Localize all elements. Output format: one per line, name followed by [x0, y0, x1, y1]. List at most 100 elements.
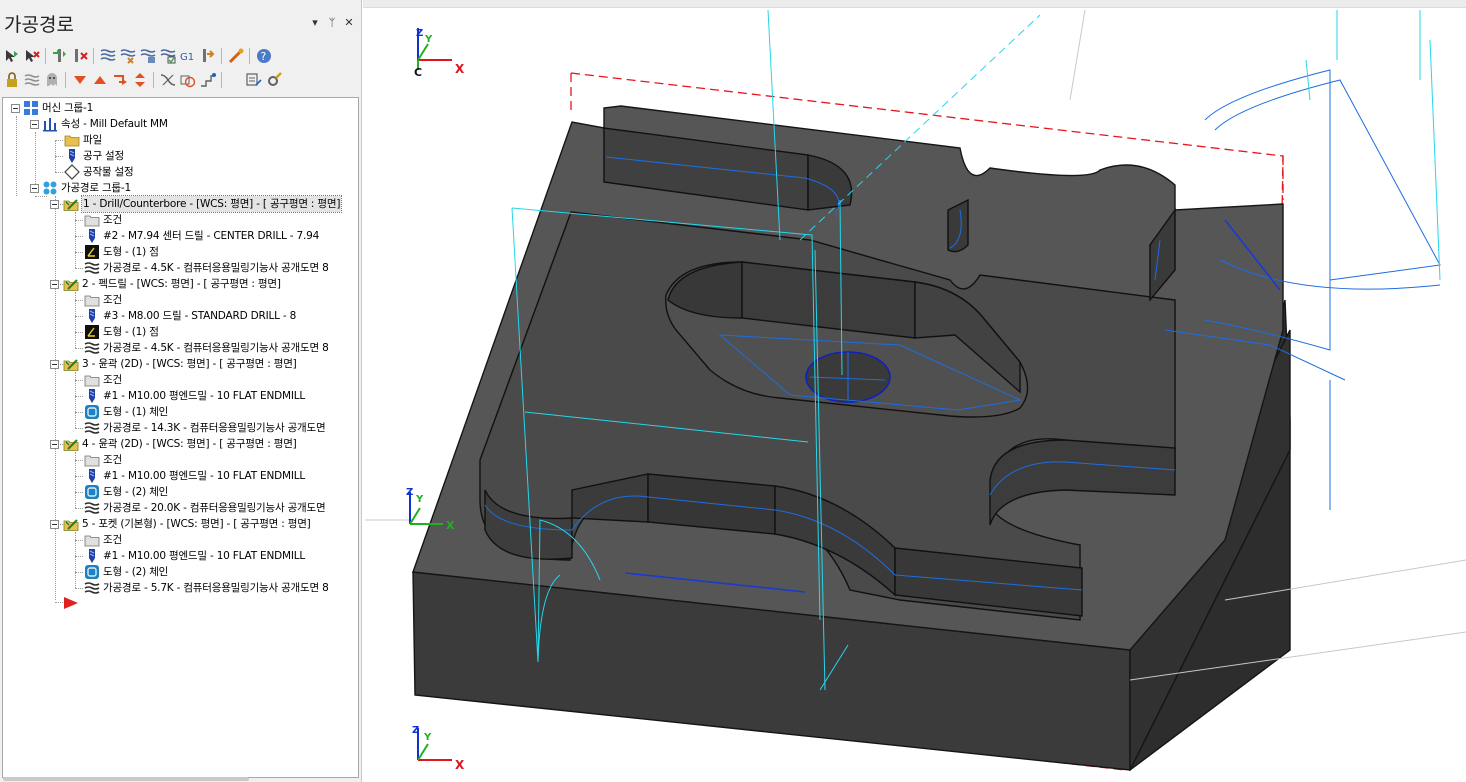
insert-arrow-marker-icon[interactable]	[63, 595, 79, 611]
tree-horizontal-scrollbar[interactable]	[3, 777, 249, 781]
stock-icon	[64, 164, 80, 180]
expand-toggle[interactable]	[11, 104, 20, 113]
gnomon-top-z-label: Z	[416, 28, 423, 39]
regenerate-all-icon[interactable]	[98, 45, 118, 67]
operation-node[interactable]: 2 - 펙드릴 - [WCS: 평면] - [ 공구평면 : 평면]	[63, 276, 281, 292]
hide-icon[interactable]	[42, 69, 62, 91]
machine-group-icon	[24, 101, 38, 115]
toggle-hide-icon[interactable]	[70, 45, 90, 67]
expand-toggle[interactable]	[50, 440, 59, 449]
point-geometry-icon	[85, 245, 99, 259]
expand-toggle[interactable]	[50, 520, 59, 529]
simulate-icon[interactable]	[158, 45, 178, 67]
toolpath-node[interactable]: 가공경로 - 14.3K - 컴퓨터응용밀링기능사 공개도면	[84, 420, 326, 436]
parameters-folder-icon	[84, 455, 100, 467]
options-icon[interactable]	[244, 69, 264, 91]
geometry-node[interactable]: 도형 - (2) 체인	[84, 564, 168, 580]
select-all-dirty-icon[interactable]	[22, 45, 42, 67]
tool-node[interactable]: #1 - M10.00 평엔드밀 - 10 FLAT ENDMILL	[84, 548, 305, 564]
properties-label: 속성 - Mill Default MM	[61, 118, 168, 130]
highspeed-icon[interactable]	[226, 45, 246, 67]
stock-setup-node[interactable]: 공작물 설정	[64, 164, 134, 180]
lock-toolpath-icon[interactable]	[22, 69, 42, 91]
move-down-icon[interactable]	[70, 69, 90, 91]
regenerate-dirty-icon[interactable]	[118, 45, 138, 67]
tool-settings-label: 공구 설정	[83, 150, 124, 162]
tool-node[interactable]: #1 - M10.00 평엔드밀 - 10 FLAT ENDMILL	[84, 468, 305, 484]
post-selected-icon[interactable]	[198, 45, 218, 67]
geometry-label: 도형 - (2) 체인	[103, 566, 169, 578]
geometry-node[interactable]: 도형 - (2) 체인	[84, 484, 168, 500]
graphics-viewport[interactable]: Z Y X C Z Y X Z Y X	[363, 0, 1466, 782]
parameters-node[interactable]: 조건	[84, 212, 122, 228]
toggle-posting-icon[interactable]	[50, 45, 70, 67]
select-all-ops-icon[interactable]	[2, 45, 22, 67]
operation-node[interactable]: 3 - 윤곽 (2D) - [WCS: 평면] - [ 공구평면 : 평면]	[63, 356, 297, 372]
axis-gnomon-top: Z Y X C	[414, 28, 465, 79]
tool-node[interactable]: #1 - M10.00 평엔드밀 - 10 FLAT ENDMILL	[84, 388, 305, 404]
toolpath-icon	[84, 262, 100, 274]
operation-icon	[63, 359, 79, 371]
properties-node[interactable]: 속성 - Mill Default MM	[42, 116, 168, 132]
expand-toggle[interactable]	[50, 360, 59, 369]
gnomon-top-y-label: Y	[424, 34, 433, 45]
operation-node[interactable]: 1 - Drill/Counterbore - [WCS: 평면] - [ 공구…	[63, 195, 343, 213]
machine-group-node[interactable]: 머신 그룹-1	[23, 100, 93, 116]
toolpath-node[interactable]: 가공경로 - 4.5K - 컴퓨터응용밀링기능사 공개도면 8	[84, 260, 329, 276]
tool-icon	[89, 309, 95, 323]
machine-group-label: 머신 그룹-1	[42, 102, 94, 114]
tool-node[interactable]: #2 - M7.94 센터 드릴 - CENTER DRILL - 7.94	[84, 228, 319, 244]
parameters-node[interactable]: 조건	[84, 372, 122, 388]
expand-toggle[interactable]	[30, 184, 39, 193]
settings-icon[interactable]	[264, 69, 284, 91]
panel-pin-button[interactable]: ᛘ	[326, 16, 338, 30]
files-node[interactable]: 파일	[64, 132, 102, 148]
geometry-node[interactable]: 도형 - (1) 체인	[84, 404, 168, 420]
gnomon-top-x-label: X	[455, 62, 465, 76]
contrast-icon[interactable]	[158, 69, 178, 91]
toolpath-label: 가공경로 - 4.5K - 컴퓨터응용밀링기능사 공개도면 8	[103, 262, 329, 274]
parameters-node[interactable]: 조건	[84, 532, 122, 548]
toolbar-row-2	[2, 69, 302, 91]
only-display-icon[interactable]	[198, 69, 218, 91]
toolbar-row-1: G1 ?	[2, 45, 302, 67]
move-up-icon[interactable]	[90, 69, 110, 91]
backplot-icon[interactable]	[138, 45, 158, 67]
panel-close-button[interactable]: ✕	[343, 16, 355, 30]
parameters-folder-icon	[84, 295, 100, 307]
g1-post-icon[interactable]: G1	[178, 45, 198, 67]
expand-toggle[interactable]	[30, 120, 39, 129]
toolpath-node[interactable]: 가공경로 - 20.0K - 컴퓨터응용밀링기능사 공개도면	[84, 500, 326, 516]
toolpath-node[interactable]: 가공경로 - 5.7K - 컴퓨터응용밀링기능사 공개도면 8	[84, 580, 329, 596]
panel-dropdown-button[interactable]: ▾	[309, 16, 321, 30]
visibility-icon[interactable]	[178, 69, 198, 91]
folder-icon	[64, 135, 80, 147]
insert-arrow-icon[interactable]	[110, 69, 130, 91]
expand-toggle[interactable]	[50, 200, 59, 209]
chain-geometry-icon	[85, 485, 99, 499]
parameters-node[interactable]: 조건	[84, 292, 122, 308]
geometry-label: 도형 - (1) 체인	[103, 406, 169, 418]
tool-node[interactable]: #3 - M8.00 드릴 - STANDARD DRILL - 8	[84, 308, 296, 324]
lock-icon[interactable]	[2, 69, 22, 91]
tool-icon	[89, 229, 95, 243]
operation-node[interactable]: 5 - 포켓 (기본형) - [WCS: 평면] - [ 공구평면 : 평면]	[63, 516, 311, 532]
operation-node[interactable]: 4 - 윤곽 (2D) - [WCS: 평면] - [ 공구평면 : 평면]	[63, 436, 297, 452]
gnomon-bottom-z-label: Z	[412, 725, 419, 736]
axis-gnomon-bottom: Z Y X	[412, 725, 465, 772]
tool-icon	[89, 389, 95, 403]
expand-icon[interactable]	[130, 69, 150, 91]
toolpath-group-node[interactable]: 가공경로 그룹-1	[42, 180, 131, 196]
parameters-label: 조건	[103, 534, 122, 546]
geometry-node[interactable]: 도형 - (1) 점	[84, 244, 159, 260]
expand-toggle[interactable]	[50, 280, 59, 289]
gnomon-top-c-label: C	[414, 66, 422, 79]
tool-label: #1 - M10.00 평엔드밀 - 10 FLAT ENDMILL	[103, 470, 306, 482]
parameters-node[interactable]: 조건	[84, 452, 122, 468]
operation-header: 3 - 윤곽 (2D) - [WCS: 평면] - [ 공구평면 : 평면]	[82, 358, 297, 370]
tool-settings-node[interactable]: 공구 설정	[64, 148, 124, 164]
g1-label: G1	[180, 52, 194, 63]
toolpath-node[interactable]: 가공경로 - 4.5K - 컴퓨터응용밀링기능사 공개도면 8	[84, 340, 329, 356]
geometry-node[interactable]: 도형 - (1) 점	[84, 324, 159, 340]
help-icon[interactable]: ?	[254, 45, 274, 67]
